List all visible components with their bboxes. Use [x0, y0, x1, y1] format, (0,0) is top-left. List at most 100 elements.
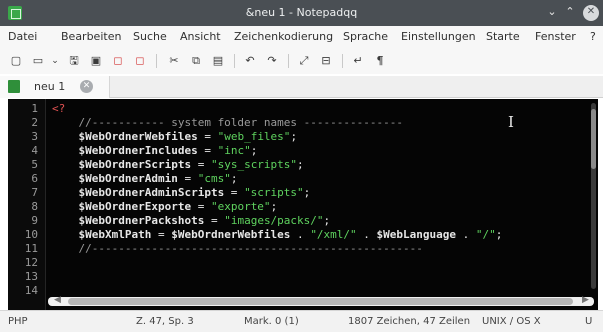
status-cursor-position: Z. 47, Sp. 3 — [136, 316, 194, 327]
undo-icon[interactable]: ↶ — [242, 53, 258, 69]
open-folder-icon[interactable]: ▭ — [30, 53, 46, 69]
new-file-icon[interactable]: ▢ — [8, 53, 24, 69]
menu-fenster[interactable]: Fenster — [535, 30, 576, 43]
code-token: "images/packs/" — [224, 214, 324, 227]
code-token: "exporte" — [210, 200, 271, 213]
line-number: 4 — [31, 144, 38, 157]
code-token: $WebOrdnerWebfiles — [171, 228, 291, 241]
code-token: = — [151, 228, 172, 241]
menu-bar: Datei Bearbeiten Suche Ansicht Zeichenko… — [0, 26, 603, 48]
code-line[interactable]: $WebOrdnerPackshots = "images/packs/"; — [52, 215, 330, 227]
code-line[interactable]: <? — [52, 103, 65, 115]
tab-neu-1[interactable]: neu 1 ✕ — [0, 76, 110, 98]
menu-sprache[interactable]: Sprache — [343, 30, 388, 43]
code-token: "/" — [475, 228, 496, 241]
zoom-in-icon[interactable]: ⤢ — [296, 53, 312, 69]
scroll-right-icon[interactable]: ▶ — [582, 295, 589, 305]
paste-icon[interactable]: ▤ — [210, 53, 226, 69]
code-line[interactable]: $WebOrdnerIncludes = "inc"; — [52, 145, 257, 157]
code-token: = — [197, 130, 218, 143]
code-token: ; — [270, 200, 278, 213]
code-token: $WebOrdnerIncludes — [52, 144, 198, 157]
menu-datei[interactable]: Datei — [8, 30, 37, 43]
line-number: 2 — [31, 116, 38, 129]
code-token: = — [204, 214, 225, 227]
copy-icon[interactable]: ⧉ — [188, 53, 204, 69]
code-line[interactable]: $WebOrdnerExporte = "exporte"; — [52, 201, 277, 213]
horizontal-scroll-thumb[interactable] — [68, 298, 573, 305]
line-number: 14 — [24, 284, 38, 297]
menu-ansicht[interactable]: Ansicht — [180, 30, 221, 43]
status-line-ending[interactable]: UNIX / OS X — [482, 316, 541, 327]
tab-close-icon[interactable]: ✕ — [80, 80, 93, 93]
code-token: $WebOrdnerWebfiles — [52, 130, 198, 143]
status-encoding[interactable]: U — [585, 316, 592, 327]
code-token: $WebOrdnerPackshots — [52, 214, 205, 227]
cut-icon[interactable]: ✂ — [166, 53, 182, 69]
code-token: $WebOrdnerAdmin — [52, 172, 178, 185]
code-editor[interactable]: 1 2 3 4 5 6 7 8 9 10 11 12 13 14 <? //----------- sys… — [8, 99, 598, 310]
close-all-icon[interactable]: ◻ — [132, 53, 148, 69]
code-line[interactable]: $WebOrdnerWebfiles = "web_files"; — [52, 131, 297, 143]
code-token: ; — [303, 186, 311, 199]
tab-bar: neu 1 ✕ — [0, 76, 603, 98]
redo-icon[interactable]: ↷ — [264, 53, 280, 69]
line-number: 1 — [31, 102, 38, 115]
line-number: 13 — [24, 270, 38, 283]
toolbar-separator — [156, 54, 157, 68]
code-token: $WebOrdnerScripts — [52, 158, 192, 171]
vertical-scrollbar[interactable] — [591, 103, 596, 289]
line-number: 11 — [24, 242, 38, 255]
word-wrap-icon[interactable]: ↵ — [350, 53, 366, 69]
line-number: 12 — [24, 256, 38, 269]
close-file-icon[interactable]: ◻ — [110, 53, 126, 69]
line-number: 10 — [24, 228, 38, 241]
status-bar: PHP Z. 47, Sp. 3 Mark. 0 (1) 1807 Zeiche… — [0, 310, 603, 332]
menu-einstellungen[interactable]: Einstellungen — [401, 30, 476, 43]
menu-help[interactable]: ? — [590, 30, 596, 43]
code-token: = — [191, 158, 211, 171]
menu-zeichenkodierung[interactable]: Zeichenkodierung — [234, 30, 333, 43]
code-token: "/xml/" — [310, 228, 357, 241]
menu-bearbeiten[interactable]: Bearbeiten — [61, 30, 121, 43]
show-all-chars-icon[interactable]: ¶ — [372, 53, 388, 69]
code-line[interactable]: $WebOrdnerScripts = "sys_scripts"; — [52, 158, 304, 171]
code-token: ; — [297, 158, 304, 171]
close-window-button[interactable]: ✕ — [583, 5, 599, 21]
maximize-button[interactable]: ⌃ — [562, 5, 578, 21]
menu-suche[interactable]: Suche — [133, 30, 167, 43]
code-token: = — [191, 200, 211, 213]
code-token: ; — [323, 214, 331, 227]
code-token: <? — [52, 102, 66, 115]
scroll-left-icon[interactable]: ◀ — [54, 295, 61, 305]
file-icon — [8, 80, 20, 93]
line-number: 8 — [31, 200, 38, 213]
tab-label: neu 1 — [34, 80, 66, 93]
code-line[interactable]: $WebXmlPath = $WebOrdnerWebfiles . "/xml… — [52, 229, 502, 241]
text-cursor-icon: I — [508, 113, 514, 131]
code-token: $WebLanguage — [376, 228, 457, 241]
code-line[interactable]: //----------- system folder names ------… — [52, 117, 403, 129]
line-number: 3 — [31, 130, 38, 143]
dropdown-arrow-icon[interactable]: ⌄ — [50, 53, 60, 69]
code-token: //--------------------------------------… — [52, 242, 423, 255]
minimize-button[interactable]: ⌄ — [544, 5, 560, 21]
toolbar-separator — [288, 54, 289, 68]
code-token: ; — [290, 130, 298, 143]
code-token: . — [356, 228, 377, 241]
code-token: . — [290, 228, 311, 241]
status-language[interactable]: PHP — [8, 316, 28, 327]
code-line[interactable]: $WebOrdnerAdmin = "cms"; — [52, 173, 237, 185]
menu-starte[interactable]: Starte — [486, 30, 520, 43]
code-line[interactable]: $WebOrdnerAdminScripts = "scripts"; — [52, 187, 310, 199]
save-all-icon[interactable]: ▣ — [88, 53, 104, 69]
code-token: "cms" — [197, 172, 231, 185]
save-icon[interactable]: 🖫 — [66, 53, 82, 69]
code-token: ; — [495, 228, 503, 241]
code-token: . — [456, 228, 476, 241]
vertical-scroll-thumb[interactable] — [591, 109, 596, 169]
code-token: = — [197, 144, 218, 157]
zoom-out-icon[interactable]: ⊟ — [318, 53, 334, 69]
code-line[interactable]: //--------------------------------------… — [52, 242, 423, 255]
code-token: "inc" — [217, 144, 251, 157]
